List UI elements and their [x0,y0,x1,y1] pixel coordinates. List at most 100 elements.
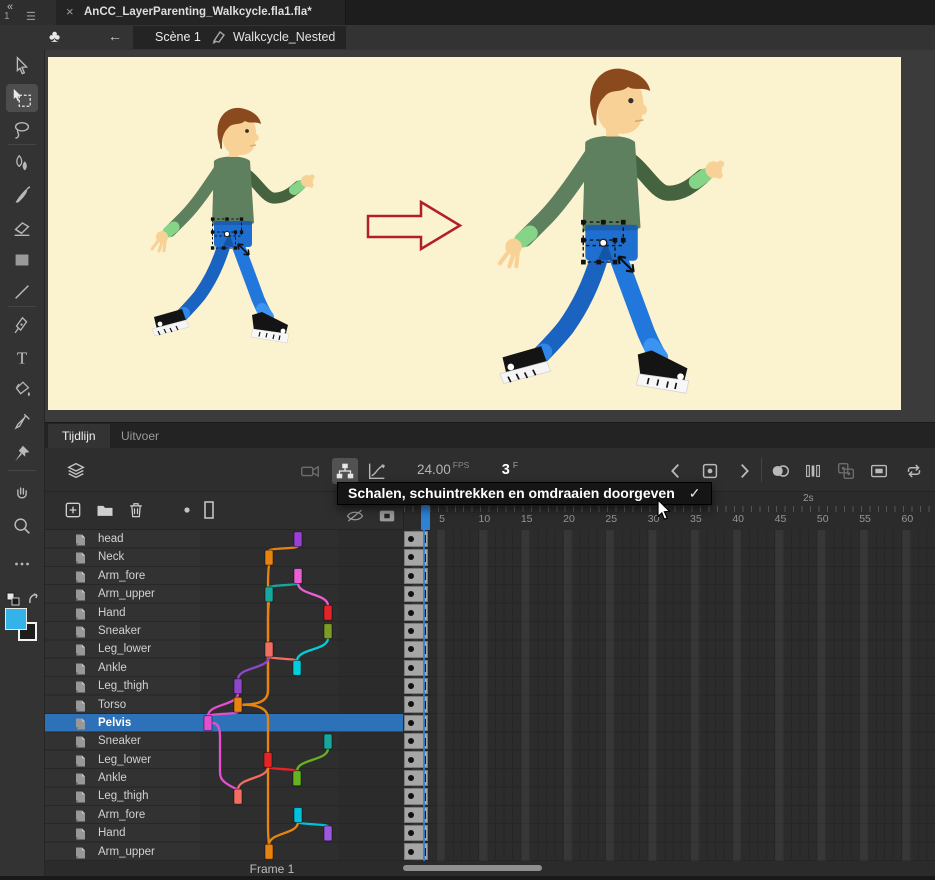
parent-node-Hand[interactable] [324,605,332,620]
text-tool[interactable]: T [6,344,38,372]
outline-column-icon[interactable] [197,498,221,522]
parent-node-Sneaker2[interactable] [324,734,332,749]
more-tools[interactable] [6,550,38,578]
eraser-tool[interactable] [6,214,38,242]
breadcrumb-symbol[interactable]: Walkcycle_Nested [233,30,335,44]
parent-node-head[interactable] [294,532,302,547]
asset-warp-tool[interactable] [6,440,38,468]
document-title: AnCC_LayerParenting_Walkcycle.fla1.fla* [84,6,312,18]
parent-node-Sneaker[interactable] [324,624,332,639]
keyframe-dot [408,738,414,744]
fluid-brush-tool[interactable] [6,150,38,178]
classic-brush-tool[interactable] [6,182,38,210]
hide-parenting-eye-icon[interactable] [343,504,367,528]
fps-value[interactable]: 24.00 [417,462,451,477]
previous-keyframe-icon[interactable] [663,458,689,484]
parenting-view-icon[interactable] [332,458,358,484]
rectangle-tool[interactable] [6,246,38,274]
eyedropper-icon [11,411,33,433]
ruler-number: 20 [563,513,575,525]
tab-uitvoer[interactable]: Uitvoer [107,424,173,449]
panel-tab-bar: Tijdlijn Uitvoer [45,422,935,448]
parent-node-Neck[interactable] [265,550,273,565]
camera-icon[interactable] [297,458,323,484]
keyframe-dot [408,554,414,560]
symbol-icon [211,29,227,45]
keyframe-dot [408,610,414,616]
selection-icon [11,55,33,77]
frames-grid[interactable] [403,530,935,861]
keyframe-dot [408,591,414,597]
playhead-line[interactable] [423,530,425,861]
close-icon[interactable]: × [66,4,74,19]
keyframe-dot [408,701,414,707]
onion-skin-icon[interactable] [767,458,793,484]
keyframe-dot [408,536,414,542]
zoom-tool[interactable] [6,512,38,540]
free-transform-tool[interactable] [6,84,38,112]
check-icon: ✓ [689,485,701,501]
show-hide-dot-icon[interactable] [175,498,199,522]
ruler-number: 55 [859,513,871,525]
parent-node-Ankle[interactable] [293,660,301,675]
fill-color-swatch[interactable] [5,608,27,630]
insert-keyframe-icon[interactable] [697,458,723,484]
eyedropper-tool[interactable] [6,408,38,436]
fluid-brush-icon [11,153,33,175]
parent-node-Pelvis[interactable] [204,716,212,731]
parent-node-Arm_upper[interactable] [265,587,273,602]
parent-node-Ankle2[interactable] [293,771,301,786]
parent-node-Leg_lower[interactable] [265,642,273,657]
layers-icon[interactable] [63,458,89,484]
playhead[interactable] [421,505,430,530]
new-folder-icon[interactable] [93,498,117,522]
onion-skin-outline-icon[interactable] [800,458,826,484]
parent-node-Hand2[interactable] [324,826,332,841]
hand-tool[interactable] [6,480,38,508]
hand-icon [11,483,33,505]
parent-node-Leg_thigh[interactable] [234,679,242,694]
stage-canvas[interactable] [48,57,901,410]
menu-icon[interactable]: ☰ [26,10,36,23]
frame-rate-display[interactable]: 24.00FPS 3F [417,460,518,479]
rectangle-icon [11,249,33,271]
keyframe-dot [408,830,414,836]
loop-icon[interactable] [901,458,927,484]
layer-span-icon[interactable] [375,504,399,528]
parent-node-Arm_fore[interactable] [294,568,302,583]
seconds-marker: 2s [803,493,814,504]
parent-node-Torso[interactable] [234,697,242,712]
paint-bucket-icon [11,379,33,401]
current-frame-value[interactable]: 3 [502,462,510,478]
scrollbar-thumb[interactable] [403,865,542,871]
new-layer-icon[interactable] [61,498,85,522]
keyframe-dot [408,793,414,799]
document-tab[interactable]: × AnCC_LayerParenting_Walkcycle.fla1.fla… [56,0,346,25]
back-icon[interactable]: ← [108,28,122,44]
ruler-number: 15 [521,513,533,525]
tab-tijdlijn[interactable]: Tijdlijn [48,424,110,449]
lasso-tool[interactable] [6,116,38,144]
insert-frame-icon[interactable] [866,458,892,484]
next-keyframe-icon[interactable] [731,458,757,484]
parent-node-Arm_fore2[interactable] [294,808,302,823]
timeline-scrollbar[interactable] [403,865,935,872]
app-home-icon[interactable]: ♣ [49,27,60,47]
delete-layer-icon[interactable] [124,498,148,522]
selection-tool[interactable] [6,52,38,80]
mouse-cursor [657,499,675,523]
line-tool[interactable] [6,278,38,306]
paint-bucket-tool[interactable] [6,376,38,404]
swap-colors-icon[interactable] [4,590,42,608]
parent-node-Leg_thigh2[interactable] [234,789,242,804]
breadcrumb-scene[interactable]: Scène 1 [155,30,201,44]
parent-node-Leg_lower2[interactable] [264,752,272,767]
graph-editor-icon[interactable] [364,458,390,484]
pen-tool[interactable] [6,312,38,340]
page-indicator: 1 [4,11,10,22]
breadcrumb: Scène 1 Walkcycle_Nested [133,26,346,49]
line-icon [11,281,33,303]
edit-multiple-frames-icon[interactable] [833,458,859,484]
parent-node-Arm_upper2[interactable] [265,844,273,859]
keyframe-dot [408,849,414,855]
